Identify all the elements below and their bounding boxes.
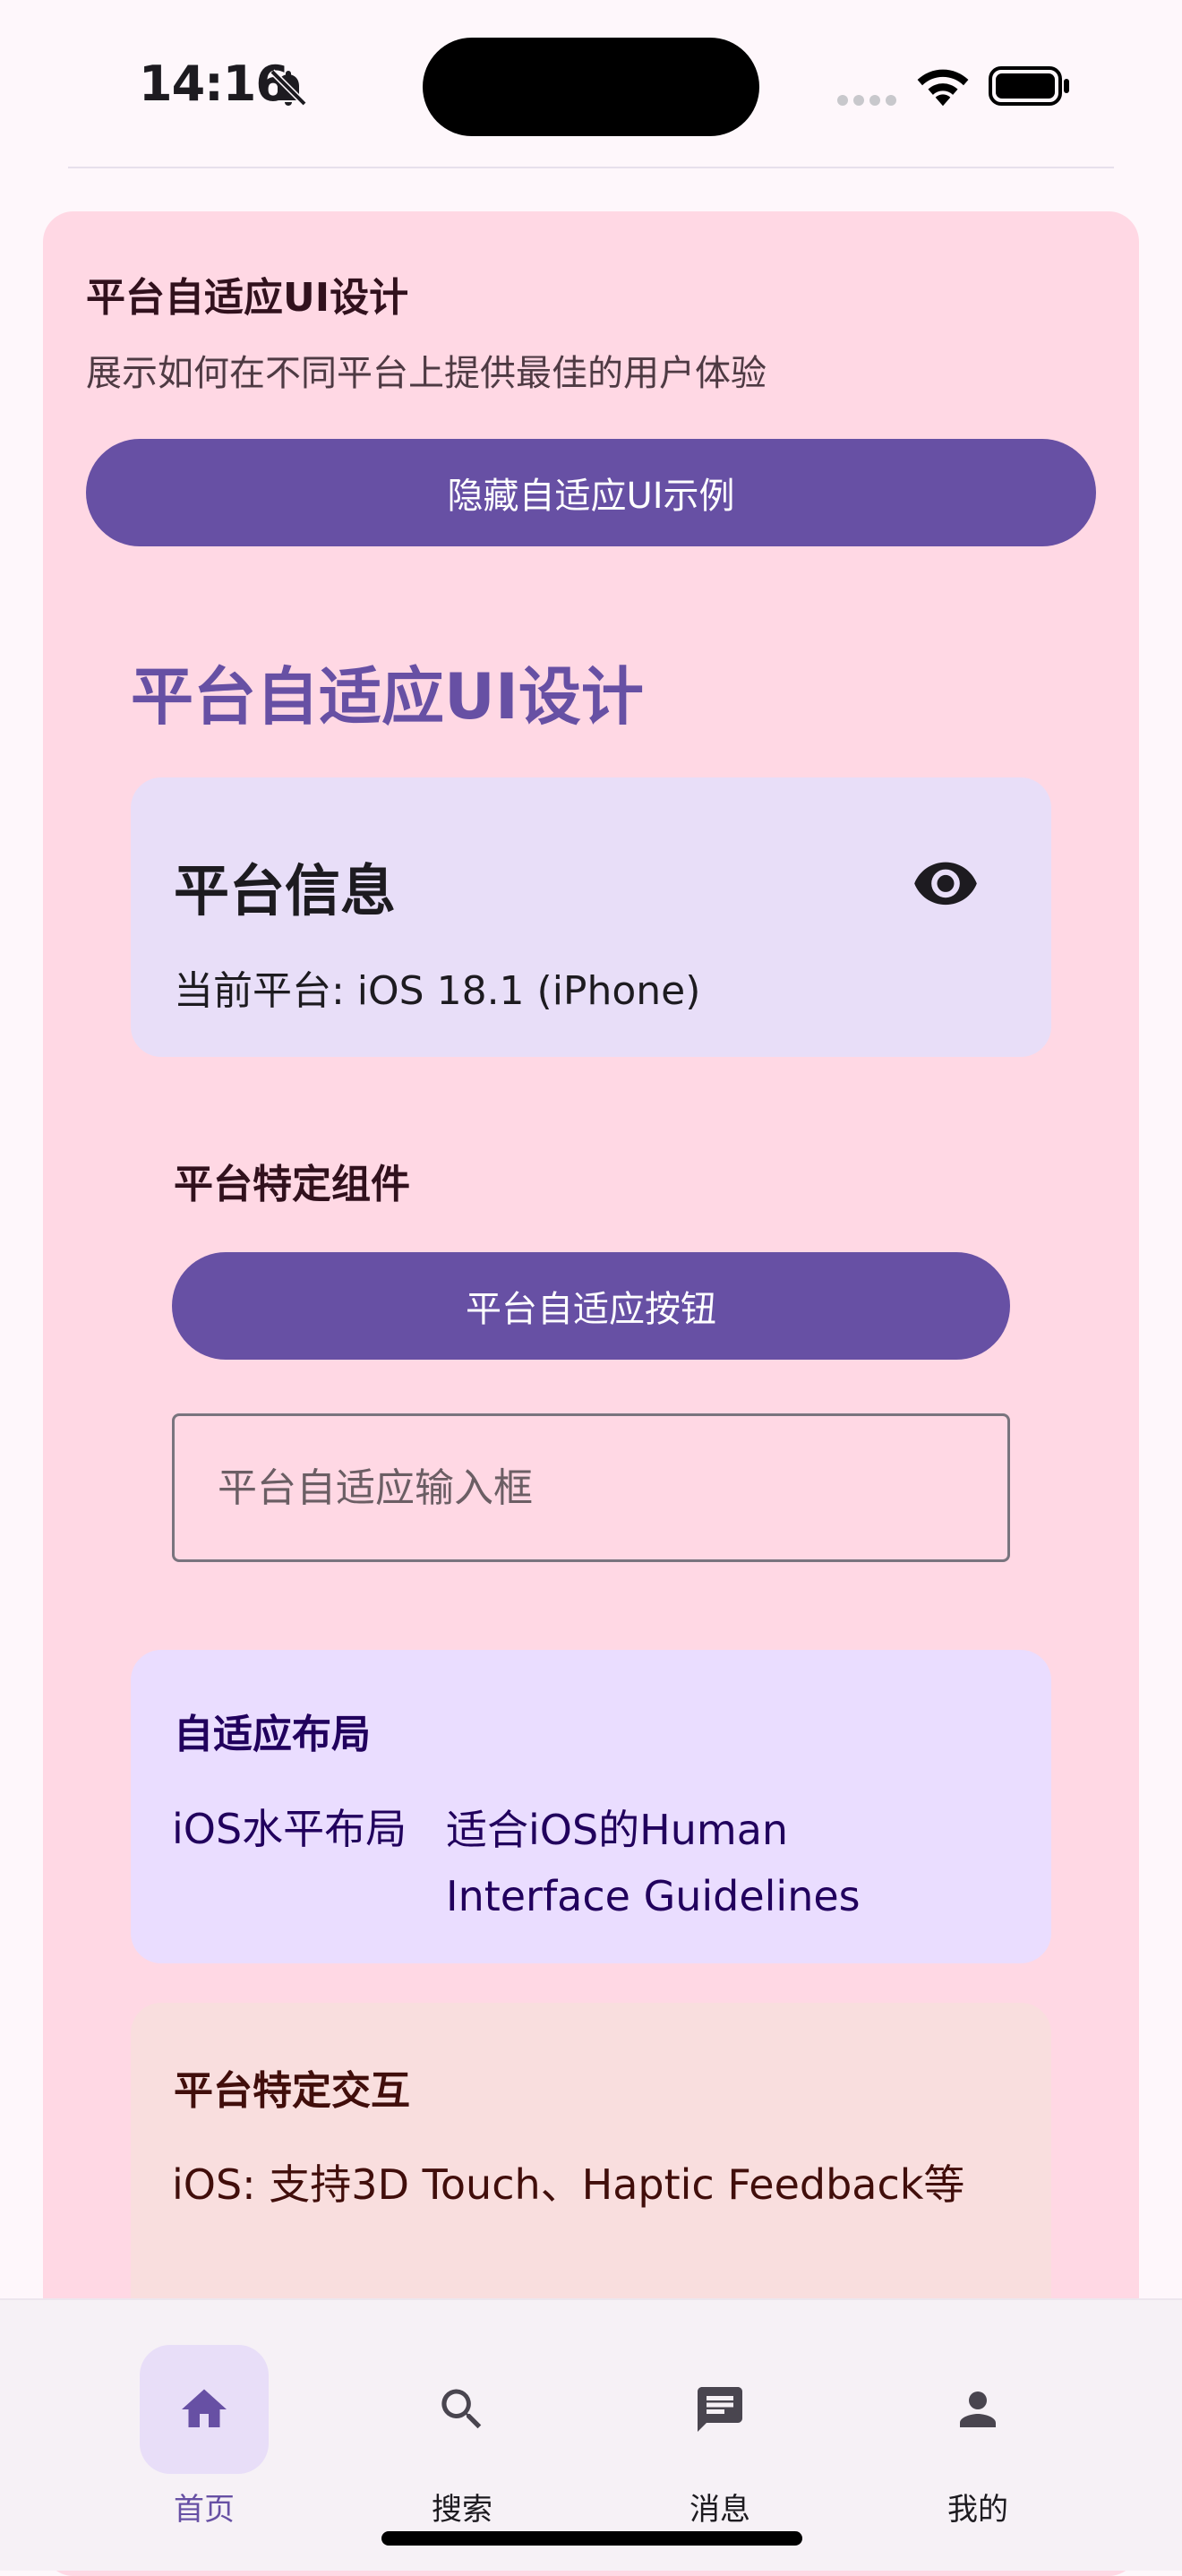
battery-icon	[989, 66, 1069, 106]
eye-icon[interactable]	[912, 858, 980, 912]
platform-interaction-text: iOS: 支持3D Touch、Haptic Feedback等	[172, 2160, 965, 2209]
nav-item-home[interactable]: 首页	[97, 2300, 312, 2528]
nav-label-search: 搜索	[432, 2492, 492, 2528]
adaptive-input-field[interactable]	[172, 1413, 1010, 1562]
cellular-signal-icon	[837, 95, 896, 106]
nav-label-messages: 消息	[690, 2492, 750, 2528]
person-icon	[960, 2391, 996, 2427]
current-platform-text: 当前平台: iOS 18.1 (iPhone)	[174, 968, 701, 1014]
nav-item-search[interactable]: 搜索	[355, 2300, 570, 2528]
card-subtitle: 展示如何在不同平台上提供最佳的用户体验	[86, 353, 767, 394]
wifi-icon	[917, 69, 969, 107]
dynamic-island	[423, 38, 759, 136]
platform-interaction-title: 平台特定交互	[174, 2068, 410, 2114]
search-icon	[441, 2389, 482, 2429]
nav-label-profile: 我的	[947, 2492, 1008, 2528]
adaptive-button[interactable]: 平台自适应按钮	[172, 1252, 1010, 1360]
status-bar: 14:16	[0, 0, 1182, 170]
message-icon	[698, 2387, 742, 2432]
bottom-navigation-bar: 首页 搜索 消息 我的	[0, 2298, 1182, 2571]
card-title: 平台自适应UI设计	[86, 275, 409, 321]
platform-info-title: 平台信息	[174, 858, 397, 923]
nav-item-messages[interactable]: 消息	[612, 2300, 827, 2528]
demo-section-title: 平台自适应UI设计	[131, 660, 644, 734]
hide-adaptive-ui-button[interactable]: 隐藏自适应UI示例	[86, 439, 1096, 546]
silent-bell-icon	[270, 69, 307, 107]
status-time: 14:16	[139, 56, 289, 112]
home-indicator	[381, 2531, 802, 2546]
adaptive-layout-title: 自适应布局	[174, 1712, 371, 1757]
home-icon	[182, 2389, 227, 2427]
nav-label-home: 首页	[174, 2492, 235, 2528]
top-divider	[68, 167, 1114, 168]
nav-item-profile[interactable]: 我的	[870, 2300, 1085, 2528]
layout-right-text: 适合iOS的Human Interface Guidelines	[446, 1806, 861, 1920]
layout-left-text: iOS水平布局	[172, 1805, 407, 1853]
platform-components-title: 平台特定组件	[174, 1162, 410, 1207]
